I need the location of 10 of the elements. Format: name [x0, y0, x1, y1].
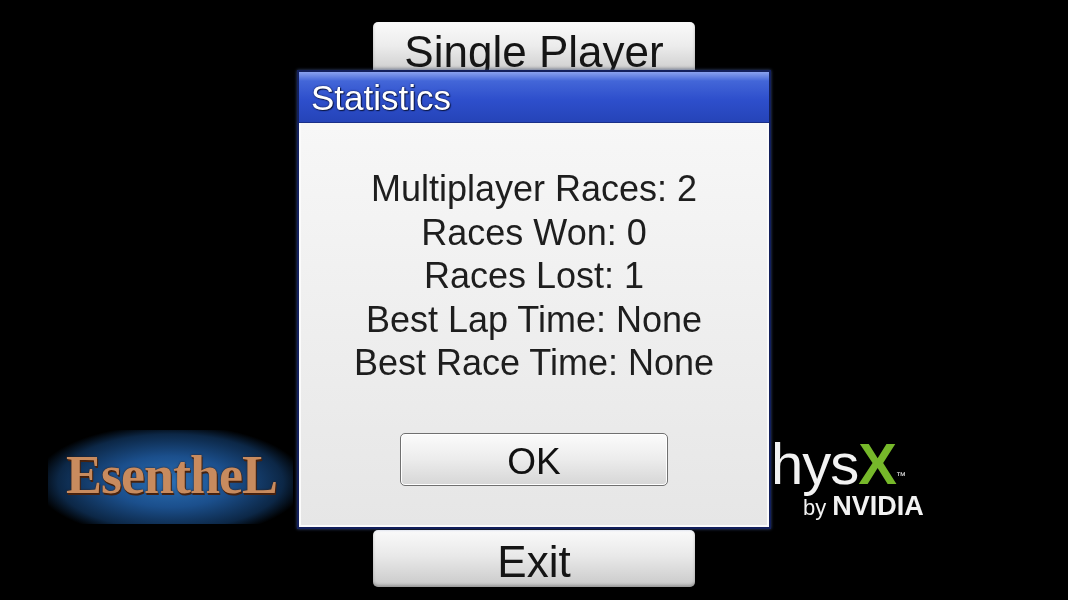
dialog-button[interactable]: OK	[400, 432, 668, 486]
menu-button[interactable]: Exit	[373, 530, 695, 587]
stat-line: Multiplayer Races: 2	[370, 167, 698, 211]
menu-button[interactable]: Single Player	[373, 22, 695, 70]
engine-logo: EsentheL	[47, 430, 293, 524]
stat-line: Best Lap Time: None	[365, 297, 703, 341]
stat-line: Best Race Time: None	[353, 341, 715, 385]
stat-line: Races Lost: 1	[423, 254, 645, 298]
dialog-title: Statistics	[311, 79, 452, 115]
stat-line: Races Won: 0	[421, 210, 647, 254]
